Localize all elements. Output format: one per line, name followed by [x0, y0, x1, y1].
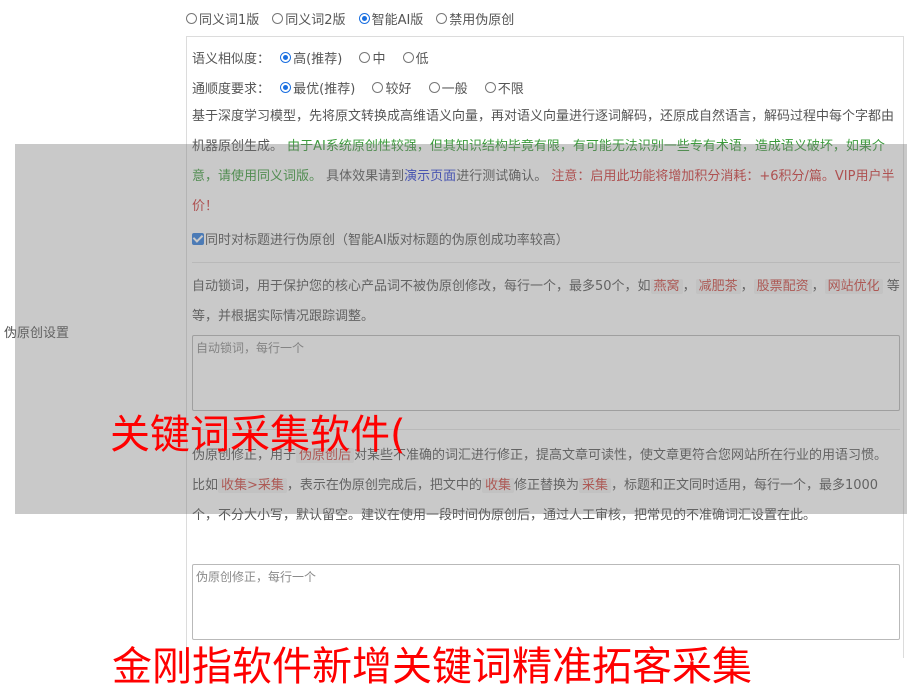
- radio-fluency-any[interactable]: 不限: [484, 78, 524, 97]
- radio-selected-icon[interactable]: [280, 82, 292, 93]
- radio-fluency-normal[interactable]: 一般: [428, 78, 468, 97]
- radio-selected-icon[interactable]: [358, 13, 370, 24]
- fluency-row: 通顺度要求： 最优(推荐) 较好 一般 不限: [192, 78, 537, 97]
- radio-circle-icon[interactable]: [272, 13, 284, 24]
- radio-synonym-v1[interactable]: 同义词1版: [186, 9, 259, 28]
- radio-ai-version[interactable]: 智能AI版: [358, 9, 423, 28]
- radio-similarity-medium[interactable]: 中: [359, 48, 385, 67]
- radio-circle-icon[interactable]: [484, 82, 496, 93]
- radio-circle-icon[interactable]: [186, 13, 197, 24]
- correction-textarea[interactable]: [192, 564, 900, 640]
- radio-selected-icon[interactable]: [280, 52, 292, 63]
- radio-disable-rewrite[interactable]: 禁用伪原创: [436, 9, 514, 28]
- radio-similarity-high[interactable]: 高(推荐): [280, 48, 342, 67]
- radio-similarity-low[interactable]: 低: [402, 48, 429, 67]
- radio-circle-icon[interactable]: [372, 82, 384, 93]
- fluency-label: 通顺度要求：: [192, 82, 271, 97]
- radio-circle-icon[interactable]: [436, 13, 448, 24]
- radio-fluency-good[interactable]: 较好: [372, 78, 411, 97]
- radio-synonym-v2[interactable]: 同义词2版: [272, 9, 346, 28]
- version-radio-group: 同义词1版 同义词2版 智能AI版 禁用伪原创: [186, 9, 527, 28]
- radio-fluency-best[interactable]: 最优(推荐): [280, 78, 355, 97]
- radio-circle-icon[interactable]: [402, 52, 414, 63]
- similarity-label: 语义相似度：: [192, 52, 271, 67]
- overlay-bottom-text: 金刚指软件新增关键词精准拓客采集: [112, 644, 752, 690]
- radio-circle-icon[interactable]: [428, 82, 440, 93]
- radio-circle-icon[interactable]: [359, 52, 371, 63]
- similarity-row: 语义相似度： 高(推荐) 中 低: [192, 48, 442, 67]
- overlay-title-text: 关键词采集软件(: [110, 412, 406, 458]
